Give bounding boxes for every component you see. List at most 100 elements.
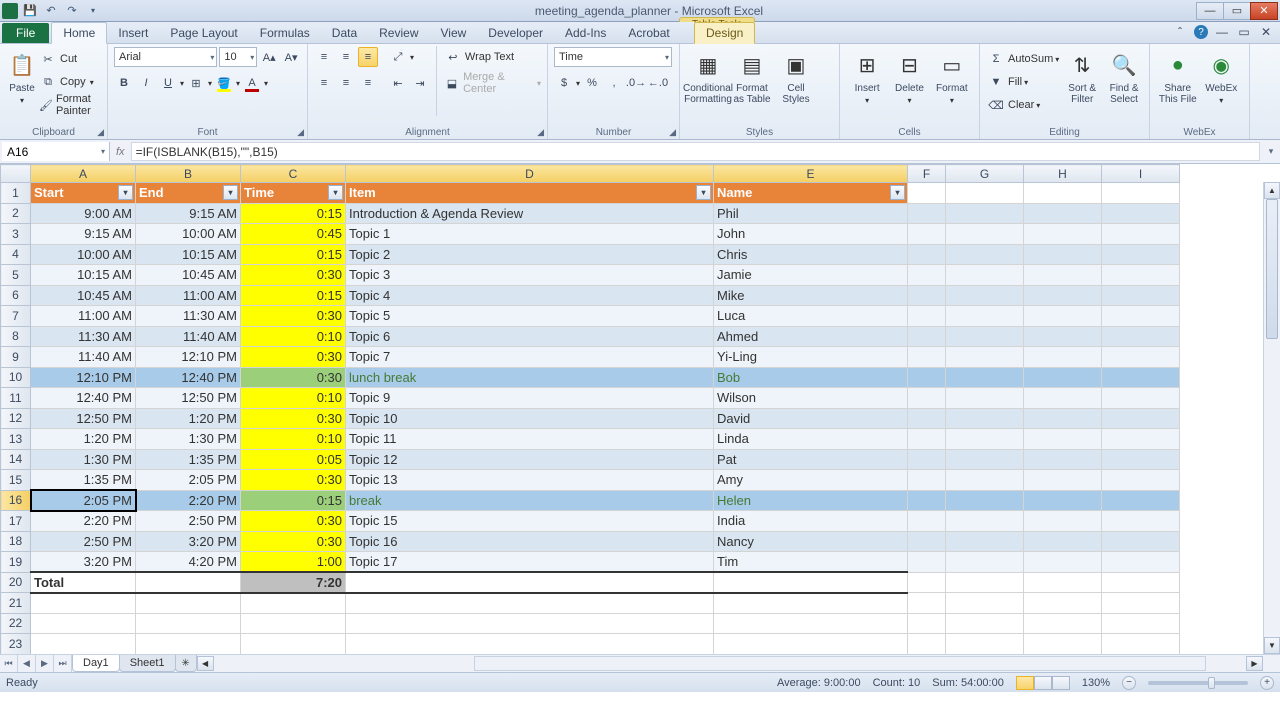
cell[interactable] xyxy=(946,244,1024,265)
cell[interactable] xyxy=(946,367,1024,388)
cell-start[interactable]: 11:00 AM xyxy=(31,306,136,327)
minimize-ribbon-icon[interactable]: ˆ xyxy=(1172,24,1188,40)
cell-name[interactable]: Linda xyxy=(714,429,908,450)
cell-name[interactable]: Bob xyxy=(714,367,908,388)
cell-time[interactable]: 0:45 xyxy=(241,224,346,245)
row-header-12[interactable]: 12 xyxy=(1,408,31,429)
cell[interactable] xyxy=(1024,326,1102,347)
cell-item[interactable]: Topic 17 xyxy=(346,552,714,573)
cell-end[interactable]: 2:50 PM xyxy=(136,511,241,532)
tab-add-ins[interactable]: Add-Ins xyxy=(554,23,617,43)
cell[interactable] xyxy=(1024,285,1102,306)
number-dialog-icon[interactable]: ◢ xyxy=(669,127,676,138)
mdi-close-icon[interactable]: ✕ xyxy=(1258,24,1274,40)
cell-item[interactable]: Topic 1 xyxy=(346,224,714,245)
cell[interactable] xyxy=(714,634,908,655)
cell[interactable] xyxy=(1102,408,1180,429)
row-header-19[interactable]: 19 xyxy=(1,552,31,573)
scroll-down-icon[interactable]: ▼ xyxy=(1264,637,1280,654)
cell[interactable] xyxy=(908,388,946,409)
cell-item[interactable]: Topic 12 xyxy=(346,449,714,470)
cell-name[interactable]: Wilson xyxy=(714,388,908,409)
cell[interactable] xyxy=(908,572,946,593)
undo-icon[interactable]: ↶ xyxy=(43,3,59,19)
increase-decimal-icon[interactable]: .0→ xyxy=(626,73,646,93)
name-box-dropdown-icon[interactable]: ▾ xyxy=(97,147,109,156)
cell-name[interactable]: India xyxy=(714,511,908,532)
total-time[interactable]: 7:20 xyxy=(241,572,346,593)
cell-name[interactable]: Helen xyxy=(714,490,908,511)
cell-time[interactable]: 1:00 xyxy=(241,552,346,573)
row-header-5[interactable]: 5 xyxy=(1,265,31,286)
cell[interactable] xyxy=(1102,306,1180,327)
sheet-tab-sheet1[interactable]: Sheet1 xyxy=(119,655,176,672)
cell-item[interactable]: Topic 10 xyxy=(346,408,714,429)
cell[interactable] xyxy=(908,244,946,265)
cell[interactable] xyxy=(241,593,346,614)
cell-time[interactable]: 0:10 xyxy=(241,429,346,450)
cell-end[interactable]: 3:20 PM xyxy=(136,531,241,552)
col-header-I[interactable]: I xyxy=(1102,165,1180,183)
cell-name[interactable]: Luca xyxy=(714,306,908,327)
cell-end[interactable]: 4:20 PM xyxy=(136,552,241,573)
italic-button[interactable]: I xyxy=(136,73,156,93)
tab-home[interactable]: Home xyxy=(51,22,107,44)
cell-end[interactable]: 9:15 AM xyxy=(136,203,241,224)
cell[interactable] xyxy=(1102,183,1180,204)
cell[interactable] xyxy=(908,429,946,450)
cell-item[interactable]: Topic 13 xyxy=(346,470,714,491)
cell[interactable] xyxy=(1024,613,1102,634)
find-select-button[interactable]: 🔍Find & Select xyxy=(1105,46,1143,116)
sort-filter-button[interactable]: ⇅Sort & Filter xyxy=(1063,46,1101,116)
row-header-2[interactable]: 2 xyxy=(1,203,31,224)
cell[interactable] xyxy=(346,593,714,614)
cell[interactable] xyxy=(1102,490,1180,511)
cell[interactable] xyxy=(136,572,241,593)
cell[interactable] xyxy=(1024,388,1102,409)
cell[interactable] xyxy=(1102,285,1180,306)
align-center-icon[interactable]: ≡ xyxy=(336,73,356,93)
bold-button[interactable]: B xyxy=(114,73,134,93)
cell-time[interactable]: 0:10 xyxy=(241,388,346,409)
cell[interactable] xyxy=(908,449,946,470)
sheet-first-icon[interactable]: ⏮ xyxy=(0,655,18,672)
cell-item[interactable]: Topic 2 xyxy=(346,244,714,265)
decrease-decimal-icon[interactable]: ←.0 xyxy=(648,73,668,93)
cell-end[interactable]: 2:20 PM xyxy=(136,490,241,511)
sheet-prev-icon[interactable]: ◀ xyxy=(18,655,36,672)
cell[interactable] xyxy=(946,511,1024,532)
grow-font-icon[interactable]: A▴ xyxy=(259,47,279,67)
cell-name[interactable]: Mike xyxy=(714,285,908,306)
delete-cells-button[interactable]: ⊟Delete▾ xyxy=(888,46,930,105)
tab-insert[interactable]: Insert xyxy=(107,23,159,43)
tab-page-layout[interactable]: Page Layout xyxy=(159,23,248,43)
cell-item[interactable]: Topic 15 xyxy=(346,511,714,532)
cell-name[interactable]: David xyxy=(714,408,908,429)
cell[interactable] xyxy=(1024,511,1102,532)
format-painter-button[interactable]: 🖌Format Painter xyxy=(38,94,101,116)
cell[interactable] xyxy=(946,347,1024,368)
cell[interactable] xyxy=(1102,224,1180,245)
cell[interactable] xyxy=(946,552,1024,573)
cell-end[interactable]: 1:30 PM xyxy=(136,429,241,450)
cell[interactable] xyxy=(946,572,1024,593)
formula-input[interactable]: =IF(ISBLANK(B15),"",B15) xyxy=(131,142,1260,161)
cell-name[interactable]: Nancy xyxy=(714,531,908,552)
col-header-A[interactable]: A xyxy=(31,165,136,183)
cell-time[interactable]: 0:05 xyxy=(241,449,346,470)
cell[interactable] xyxy=(1102,511,1180,532)
col-header-F[interactable]: F xyxy=(908,165,946,183)
filter-button-C[interactable]: ▾ xyxy=(328,185,343,200)
vertical-scrollbar[interactable]: ▲ ▼ xyxy=(1263,182,1280,654)
paste-button[interactable]: 📋 Paste ▾ xyxy=(6,46,38,124)
maximize-button[interactable]: ▭ xyxy=(1223,2,1251,20)
cell-time[interactable]: 0:15 xyxy=(241,244,346,265)
increase-indent-icon[interactable]: ⇥ xyxy=(410,73,430,93)
scroll-up-icon[interactable]: ▲ xyxy=(1264,182,1280,199)
row-header-23[interactable]: 23 xyxy=(1,634,31,655)
border-button[interactable]: ⊞ xyxy=(186,73,206,93)
cell[interactable] xyxy=(714,572,908,593)
font-dialog-icon[interactable]: ◢ xyxy=(297,127,304,138)
col-header-G[interactable]: G xyxy=(946,165,1024,183)
cell-name[interactable]: Chris xyxy=(714,244,908,265)
